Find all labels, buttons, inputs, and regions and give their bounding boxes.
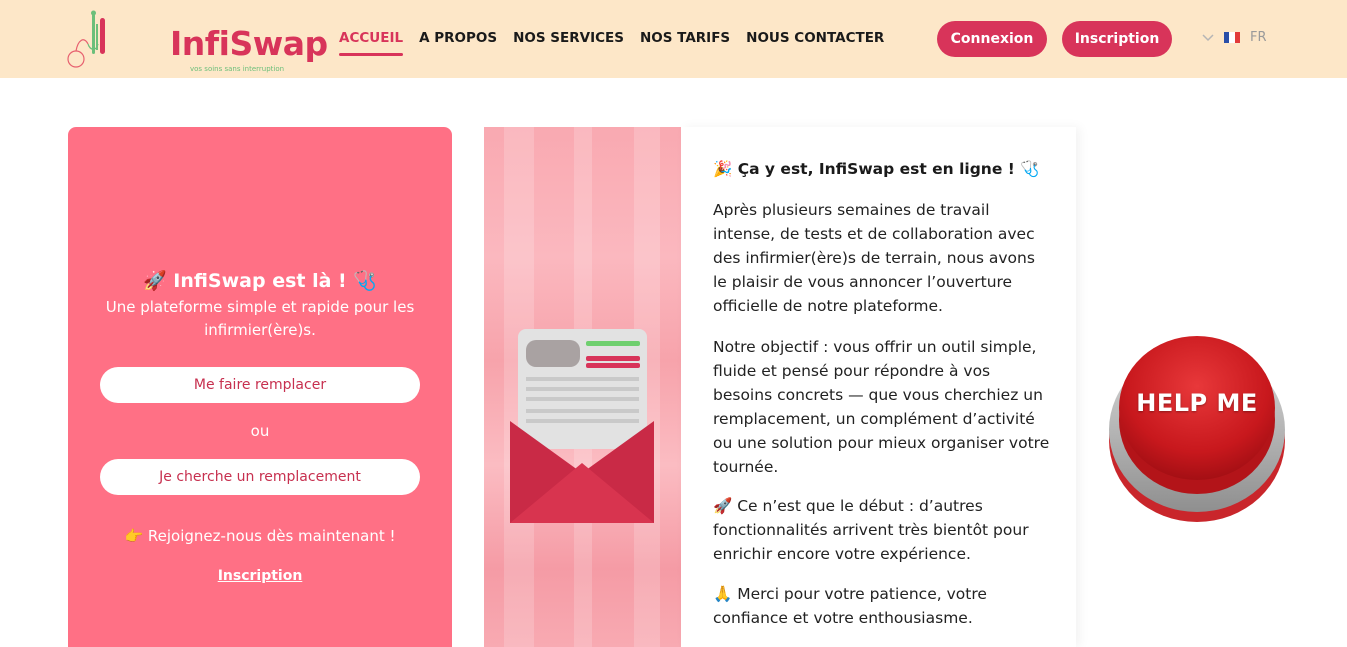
site-header: InfiSwap vos soins sans interruption ACC… <box>0 0 1347 78</box>
nav-nos-services[interactable]: NOS SERVICES <box>513 30 624 46</box>
or-separator: ou <box>250 422 270 440</box>
nav-nos-tarifs[interactable]: NOS TARIFS <box>640 30 730 46</box>
nav-a-propos[interactable]: A PROPOS <box>419 30 497 46</box>
login-button[interactable]: Connexion <box>937 21 1047 57</box>
logo-tagline: vos soins sans interruption <box>190 65 285 73</box>
help-me-button[interactable]: HELP ME <box>1108 330 1286 524</box>
promo-title: 🚀 InfiSwap est là ! 🩺 <box>142 270 377 292</box>
announcement-card: 🎉 Ça y est, InfiSwap est en ligne ! 🩺 Ap… <box>681 127 1076 647</box>
language-selector[interactable]: FR <box>1202 30 1267 45</box>
logo[interactable]: InfiSwap vos soins sans interruption <box>66 10 328 73</box>
announcement-title: 🎉 Ça y est, InfiSwap est en ligne ! 🩺 <box>713 160 1040 178</box>
signup-button[interactable]: Inscription <box>1062 21 1172 57</box>
announcement-paragraph: Après plusieurs semaines de travail inte… <box>713 201 1035 315</box>
nav-nous-contacter[interactable]: NOUS CONTACTER <box>746 30 884 46</box>
get-replaced-button[interactable]: Me faire remplacer <box>100 367 420 403</box>
promo-subtitle: Une plateforme simple et rapide pour les… <box>105 298 415 339</box>
newsletter-illustration <box>484 127 681 647</box>
envelope-letter-icon <box>510 329 654 523</box>
help-me-label: HELP ME <box>1136 389 1258 417</box>
language-label: FR <box>1250 30 1267 45</box>
announcement-paragraph: 🙏 Merci pour votre patience, votre confi… <box>713 585 987 627</box>
signup-link[interactable]: Inscription <box>68 568 452 584</box>
join-text: 👉 Rejoignez-nous dès maintenant ! <box>124 527 396 545</box>
stethoscope-logo-icon <box>67 10 105 68</box>
announcement-paragraph: Notre objectif : vous offrir un outil si… <box>713 338 1050 476</box>
french-flag-icon <box>1224 32 1240 43</box>
chevron-down-icon <box>1202 33 1214 41</box>
announcement-paragraph: 🚀 Ce n’est que le début : d’autres fonct… <box>713 497 1029 563</box>
main-nav: ACCUEIL A PROPOS NOS SERVICES NOS TARIFS… <box>339 30 900 56</box>
signup-promo-card: 🚀 InfiSwap est là ! 🩺 Une plateforme sim… <box>68 127 452 647</box>
find-replacement-button[interactable]: Je cherche un remplacement <box>100 459 420 495</box>
nav-accueil[interactable]: ACCUEIL <box>339 30 404 56</box>
logo-wordmark: InfiSwap <box>170 24 328 63</box>
red-button-icon <box>1109 336 1285 522</box>
